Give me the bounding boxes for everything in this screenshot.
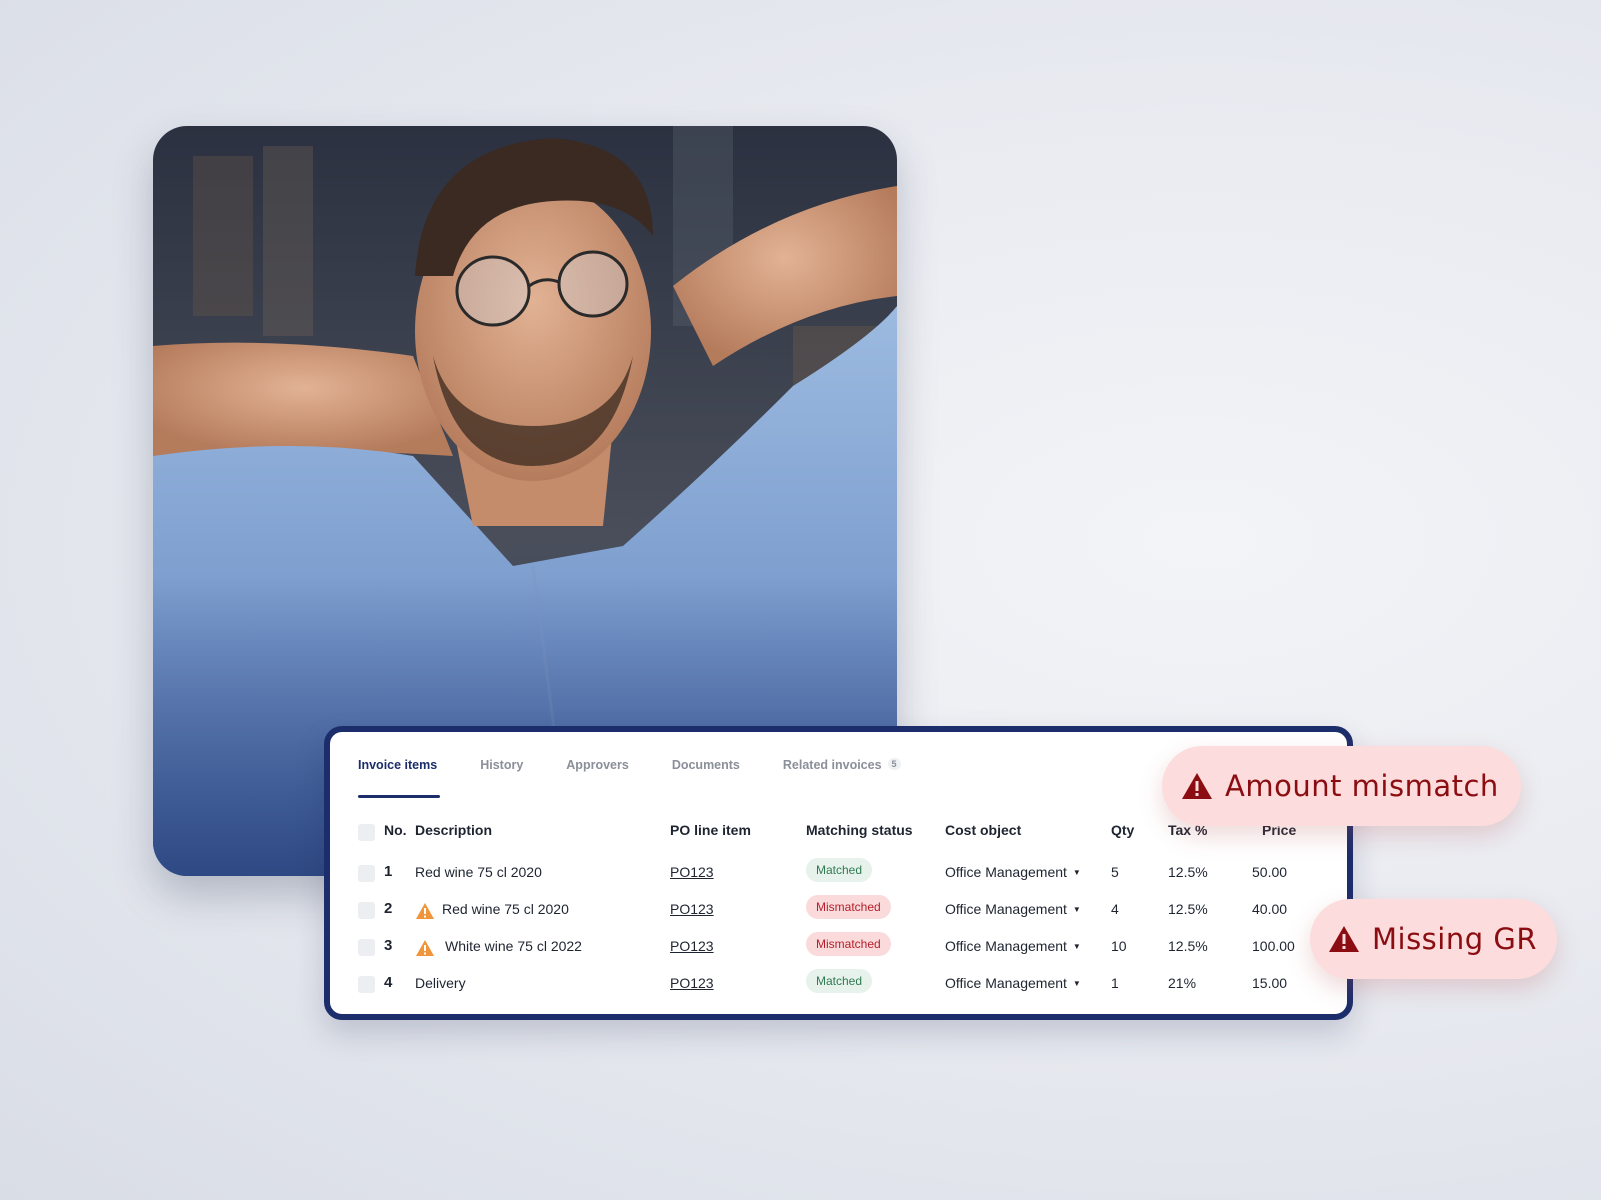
row-qty: 1 [1111,975,1119,991]
amount-mismatch-alert: Amount mismatch [1162,746,1521,826]
tab-label: History [480,758,524,772]
amount-mismatch-label: Amount mismatch [1225,769,1499,803]
header-qty: Qty [1111,822,1135,838]
warning-triangle-icon [1182,773,1212,799]
po-link[interactable]: PO123 [670,864,714,880]
status-badge: Mismatched [806,895,891,919]
cost-object-value: Office Management [945,975,1067,991]
select-all-checkbox[interactable] [358,824,375,841]
row-checkbox[interactable] [358,902,375,919]
row-price: 15.00 [1252,975,1288,991]
caret-down-icon: ▼ [1072,868,1081,877]
tab-invoice-items[interactable]: Invoice items [358,758,441,798]
missing-gr-alert: Missing GR [1310,899,1557,979]
tab-label: Documents [671,758,740,772]
row-description: Red wine 75 cl 2020 [442,901,569,917]
row-description: Red wine 75 cl 2020 [415,864,542,880]
po-link[interactable]: PO123 [670,975,714,991]
row-number: 2 [384,900,393,917]
warning-triangle-icon [416,903,434,919]
tab-history[interactable]: History [480,758,523,798]
caret-down-icon: ▼ [1072,942,1081,951]
warning-triangle-icon [1329,926,1359,952]
row-qty: 4 [1111,901,1119,917]
row-qty: 10 [1111,938,1127,954]
row-tax: 12.5% [1168,938,1208,954]
header-description: Description [415,822,493,838]
caret-down-icon: ▼ [1072,979,1081,988]
cost-object-dropdown[interactable]: Office Management ▼ [945,938,1081,954]
tab-label: Invoice items [358,758,438,772]
tab-label: Related invoices [782,758,882,772]
row-number: 1 [384,863,393,880]
status-badge: Matched [806,858,873,882]
row-price: 50.00 [1252,864,1288,880]
row-qty: 5 [1111,864,1119,880]
row-description: Delivery [415,975,466,991]
row-number: 3 [384,937,393,954]
cost-object-value: Office Management [945,938,1067,954]
header-matching-status: Matching status [806,822,913,838]
cost-object-value: Office Management [945,864,1067,880]
missing-gr-label: Missing GR [1372,922,1537,956]
po-link[interactable]: PO123 [670,938,714,954]
cost-object-dropdown[interactable]: Office Management ▼ [945,975,1081,991]
header-po-line-item: PO line item [670,822,751,838]
tab-bar: Invoice items History Approvers Document… [358,758,944,798]
cost-object-dropdown[interactable]: Office Management ▼ [945,864,1081,880]
header-no: No. [384,822,407,838]
cost-object-value: Office Management [945,901,1067,917]
tab-approvers[interactable]: Approvers [566,758,629,798]
tab-related-invoices[interactable]: Related invoices 5 [783,758,901,798]
row-description: White wine 75 cl 2022 [445,938,582,954]
row-price: 40.00 [1252,901,1288,917]
tab-label: Approvers [566,758,629,772]
row-tax: 21% [1168,975,1197,991]
status-badge: Mismatched [806,932,891,956]
status-badge: Matched [806,969,873,993]
row-checkbox[interactable] [358,865,375,882]
row-checkbox[interactable] [358,939,375,956]
warning-triangle-icon [416,940,434,956]
row-number: 4 [384,974,393,991]
header-cost-object: Cost object [945,822,1022,838]
cost-object-dropdown[interactable]: Office Management ▼ [945,901,1081,917]
row-price: 100.00 [1252,938,1295,954]
po-link[interactable]: PO123 [670,901,714,917]
tab-documents[interactable]: Documents [672,758,740,798]
row-checkbox[interactable] [358,976,375,993]
row-tax: 12.5% [1168,864,1208,880]
row-tax: 12.5% [1168,901,1208,917]
related-invoices-count-badge: 5 [887,758,901,770]
caret-down-icon: ▼ [1072,905,1081,914]
